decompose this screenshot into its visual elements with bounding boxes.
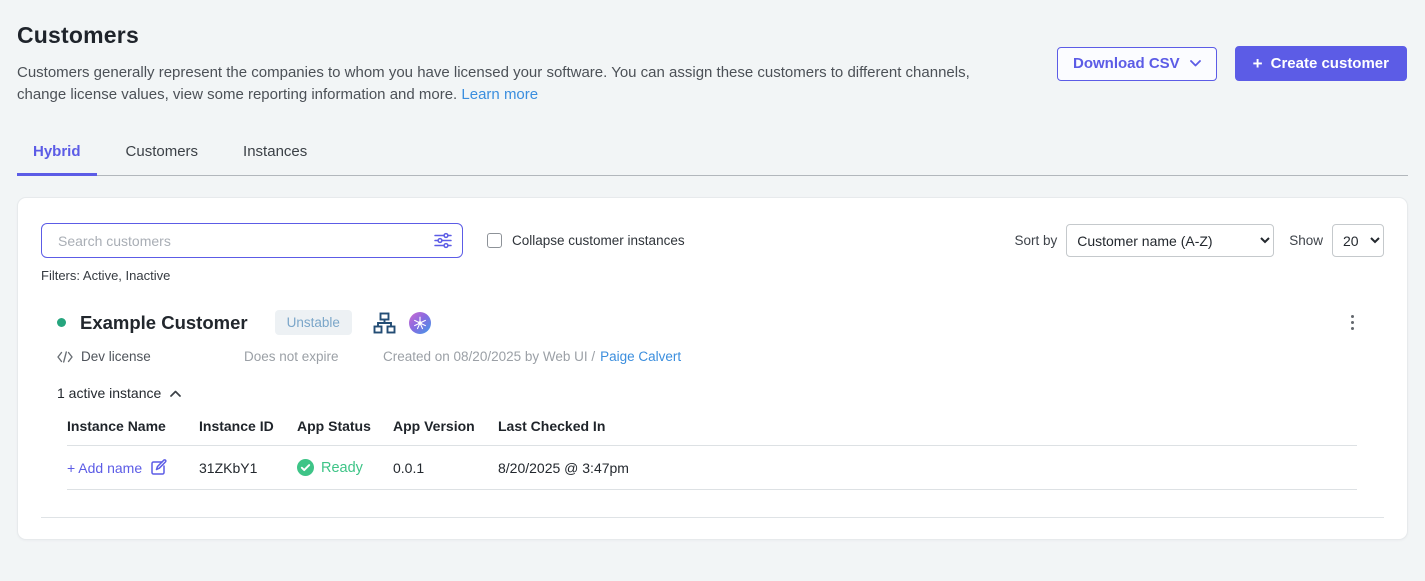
col-app-version: App Version bbox=[393, 418, 498, 434]
chevron-up-icon bbox=[170, 390, 181, 397]
page-description: Customers generally represent the compan… bbox=[17, 62, 982, 106]
app-status-label: Ready bbox=[321, 460, 363, 476]
col-last-checked-in: Last Checked In bbox=[498, 418, 1357, 434]
sitemap-icon bbox=[373, 312, 396, 334]
add-name-cell: + Add name bbox=[67, 459, 199, 476]
instances-toggle[interactable]: 1 active instance bbox=[57, 385, 181, 401]
toolbar: Collapse customer instances Sort by Cust… bbox=[41, 223, 1384, 258]
kebab-menu-icon[interactable] bbox=[1347, 311, 1359, 335]
license-row: Dev license Does not expire Created on 0… bbox=[41, 349, 1384, 364]
show-select[interactable]: 20 bbox=[1332, 224, 1384, 257]
created-info: Created on 08/20/2025 by Web UI / Paige C… bbox=[383, 349, 681, 364]
tab-hybrid[interactable]: Hybrid bbox=[17, 143, 97, 176]
license-expiry: Does not expire bbox=[244, 349, 383, 364]
tabs: Hybrid Customers Instances bbox=[17, 143, 1408, 176]
app-status-cell: Ready bbox=[297, 459, 393, 476]
learn-more-link[interactable]: Learn more bbox=[461, 86, 538, 103]
edit-icon[interactable] bbox=[150, 459, 167, 476]
customers-card: Collapse customer instances Sort by Cust… bbox=[17, 197, 1408, 540]
license-type: Dev license bbox=[57, 349, 244, 364]
channel-badge: Unstable bbox=[275, 310, 352, 335]
license-type-label: Dev license bbox=[81, 349, 151, 364]
chevron-down-icon bbox=[1190, 60, 1201, 67]
col-app-status: App Status bbox=[297, 418, 393, 434]
collapse-instances-checkbox[interactable] bbox=[487, 233, 502, 248]
sort-by-label: Sort by bbox=[1014, 233, 1057, 248]
collapse-instances-label: Collapse customer instances bbox=[512, 233, 685, 248]
search-input[interactable] bbox=[41, 223, 463, 258]
kubernetes-icon bbox=[409, 312, 431, 334]
customer-name-link[interactable]: Example Customer bbox=[80, 312, 248, 334]
customer-block-divider bbox=[41, 517, 1384, 518]
show-label: Show bbox=[1289, 233, 1323, 248]
created-by-link[interactable]: Paige Calvert bbox=[600, 349, 681, 364]
search-box bbox=[41, 223, 463, 258]
tab-customers[interactable]: Customers bbox=[110, 143, 215, 176]
header-actions: Download CSV + Create customer bbox=[1057, 46, 1407, 81]
instance-id-cell: 31ZKbY1 bbox=[199, 460, 297, 476]
sort-select[interactable]: Customer name (A-Z) bbox=[1066, 224, 1274, 257]
customer-block: Example Customer Unstable bbox=[41, 310, 1384, 518]
code-icon bbox=[57, 351, 73, 363]
customers-page: Customers Customers generally represent … bbox=[0, 0, 1425, 540]
collapse-instances-option: Collapse customer instances bbox=[487, 233, 685, 248]
instances-table: Instance Name Instance ID App Status App… bbox=[67, 418, 1357, 490]
instances-summary-label: 1 active instance bbox=[57, 385, 161, 401]
download-csv-label: Download CSV bbox=[1073, 55, 1180, 72]
download-csv-button[interactable]: Download CSV bbox=[1057, 47, 1217, 81]
col-instance-id: Instance ID bbox=[199, 418, 297, 434]
last-checked-in-cell: 8/20/2025 @ 3:47pm bbox=[498, 460, 1357, 476]
create-customer-label: Create customer bbox=[1271, 55, 1389, 72]
tab-instances[interactable]: Instances bbox=[227, 143, 323, 176]
add-name-link[interactable]: + Add name bbox=[67, 460, 142, 476]
plus-icon: + bbox=[1253, 55, 1263, 72]
check-circle-icon bbox=[297, 459, 314, 476]
active-filters-label: Filters: Active, Inactive bbox=[41, 268, 1384, 283]
active-status-dot bbox=[57, 318, 66, 327]
create-customer-button[interactable]: + Create customer bbox=[1235, 46, 1407, 81]
instance-row: + Add name 31ZKbY1 bbox=[67, 446, 1357, 490]
created-info-text: Created on 08/20/2025 by Web UI / bbox=[383, 349, 595, 364]
instances-table-header: Instance Name Instance ID App Status App… bbox=[67, 418, 1357, 446]
col-instance-name: Instance Name bbox=[67, 418, 199, 434]
filter-sliders-icon[interactable] bbox=[434, 232, 452, 249]
customer-header-row: Example Customer Unstable bbox=[41, 310, 1384, 335]
page-title: Customers bbox=[17, 0, 1408, 49]
app-version-cell: 0.0.1 bbox=[393, 460, 498, 476]
